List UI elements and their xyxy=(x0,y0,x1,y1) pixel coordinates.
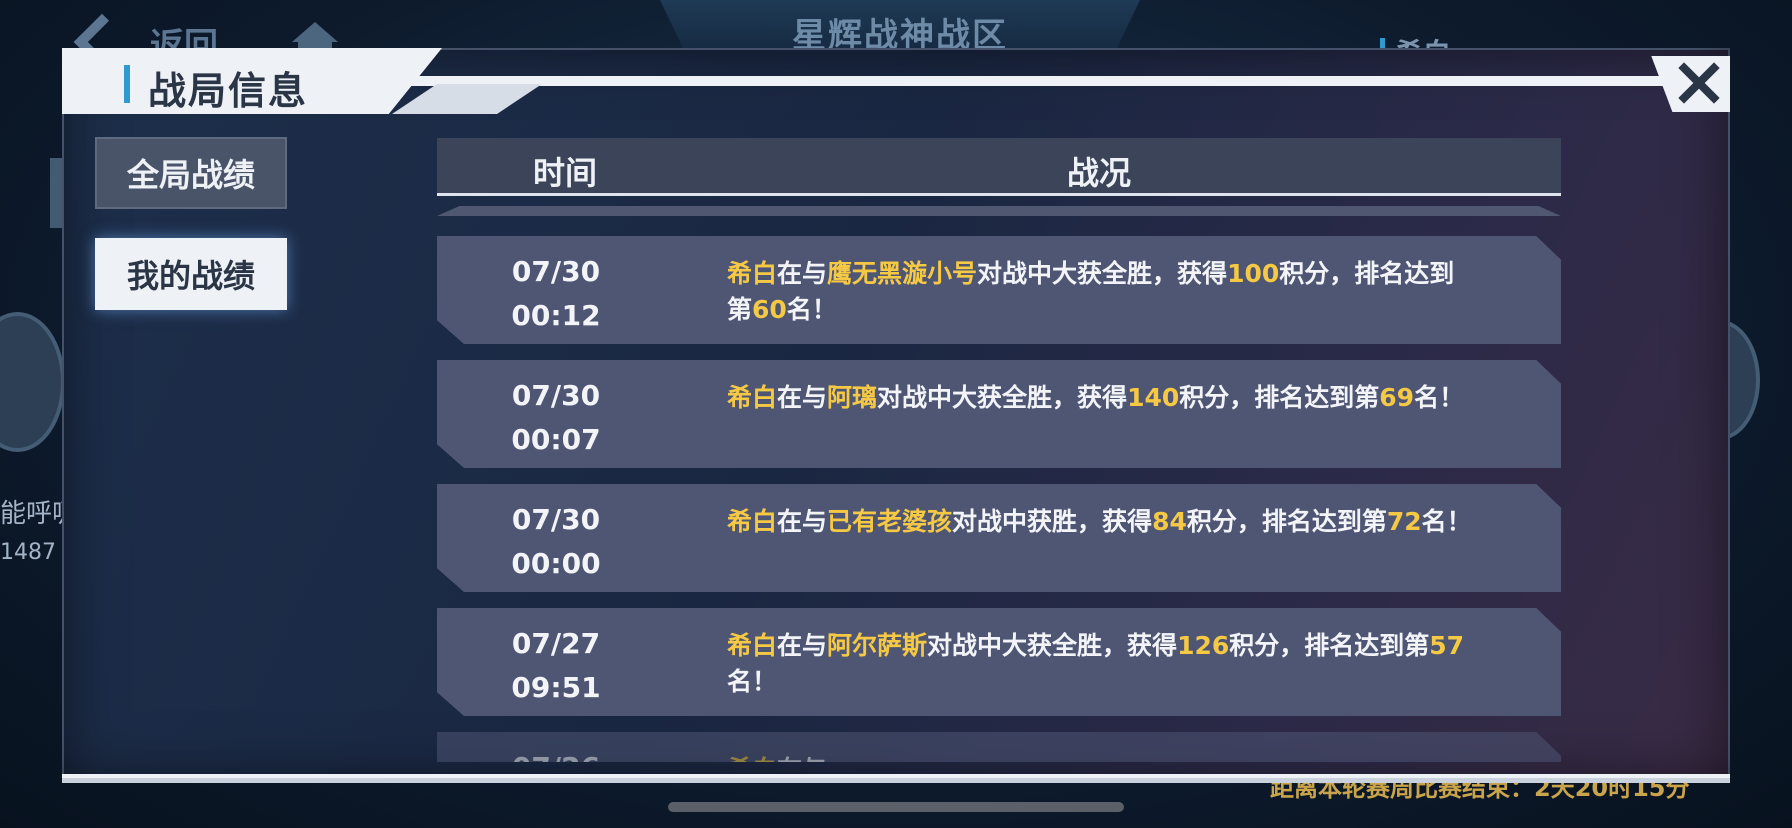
close-button[interactable] xyxy=(1672,60,1724,108)
row-status-text: 希白在与阿璃对战中大获全胜，获得140积分，排名达到第69名！ xyxy=(727,380,1477,416)
row-status-text: 希白在与已有老婆孩对战中获胜，获得84积分，排名达到第72名！ xyxy=(727,504,1477,540)
battle-record-list[interactable]: 07/30 00:12 希白在与鹰无黑漩小号对战中大获全胜，获得100积分，排名… xyxy=(437,236,1561,762)
row-status-text: 希白在与鹰无黑漩小号对战中大获全胜，获得100积分，排名达到第60名！ xyxy=(727,256,1477,328)
row-date: 07/30 xyxy=(511,503,601,536)
row-datetime: 07/30 00:12 xyxy=(481,250,631,338)
home-indicator[interactable] xyxy=(668,802,1124,812)
opponent-name: 已有老婆孩 xyxy=(827,507,953,536)
row-date: 07/30 xyxy=(511,379,601,412)
row-datetime: 07/26 xyxy=(481,746,631,762)
column-header-time: 时间 xyxy=(533,154,598,192)
text-segment: 在与 xyxy=(777,259,828,288)
text-segment: 名！ xyxy=(727,667,778,696)
footer-bar xyxy=(62,778,1730,783)
table-row: 07/26 希白在与 xyxy=(437,732,1561,762)
tab-my-record[interactable]: 我的战绩 xyxy=(95,238,287,310)
opponent-name: 阿璃 xyxy=(827,383,878,412)
header-divider xyxy=(392,76,1692,86)
row-datetime: 07/30 00:07 xyxy=(481,374,631,462)
table-header-strip xyxy=(437,206,1561,216)
player-name: 希白 xyxy=(727,259,778,288)
table-row: 07/30 00:07 希白在与阿璃对战中大获全胜，获得140积分，排名达到第6… xyxy=(437,360,1561,468)
points-value: 126 xyxy=(1177,631,1230,660)
row-status-text: 希白在与 xyxy=(727,752,1477,762)
points-value: 140 xyxy=(1127,383,1180,412)
player-name: 希白 xyxy=(727,383,778,412)
modal-title: 战局信息 xyxy=(148,69,309,113)
text-segment: 在与 xyxy=(777,755,827,762)
text-segment: 名！ xyxy=(1421,507,1472,536)
column-header-status: 战况 xyxy=(1067,154,1132,192)
text-segment: 对战中获胜，获得 xyxy=(952,507,1153,536)
row-time: 09:51 xyxy=(511,671,601,704)
text-segment: 积分，排名达到第 xyxy=(1186,507,1387,536)
rank-value: 72 xyxy=(1386,507,1422,536)
text-segment: 在与 xyxy=(777,631,828,660)
text-segment: 对战中大获全胜，获得 xyxy=(927,631,1178,660)
row-date: 07/26 xyxy=(481,746,631,762)
title-accent xyxy=(124,65,130,103)
text-segment: 对战中大获全胜，获得 xyxy=(977,259,1228,288)
text-segment: 积分，排名达到第 xyxy=(1229,631,1430,660)
table-row: 07/30 00:00 希白在与已有老婆孩对战中获胜，获得84积分，排名达到第7… xyxy=(437,484,1561,592)
text-segment: 在与 xyxy=(777,507,828,536)
text-segment: 名！ xyxy=(786,295,837,324)
player-name: 希白 xyxy=(727,631,778,660)
avatar xyxy=(0,312,65,452)
text-segment: 对战中大获全胜，获得 xyxy=(877,383,1128,412)
rank-value: 60 xyxy=(752,295,787,324)
rank-value: 57 xyxy=(1429,631,1465,660)
battle-info-modal: 战局信息 全局战绩 我的战绩 时间 战况 07/30 00:12 希白在与鹰无黑… xyxy=(62,48,1730,783)
row-time: 00:12 xyxy=(511,299,601,332)
row-time: 00:00 xyxy=(511,547,601,580)
player-name: 希白 xyxy=(727,755,777,762)
rank-value: 69 xyxy=(1379,383,1415,412)
points-value: 100 xyxy=(1227,259,1280,288)
close-icon xyxy=(1678,62,1720,104)
points-value: 84 xyxy=(1152,507,1187,536)
row-time: 00:07 xyxy=(511,423,601,456)
table-header: 时间 战况 xyxy=(437,138,1561,196)
tab-global-record[interactable]: 全局战绩 xyxy=(95,137,287,209)
row-status-text: 希白在与阿尔萨斯对战中大获全胜，获得126积分，排名达到第57 名！ xyxy=(727,628,1477,700)
player-name: 希白 xyxy=(727,507,778,536)
row-datetime: 07/30 00:00 xyxy=(481,498,631,586)
text-segment: 积分，排名达到第 xyxy=(1179,383,1380,412)
row-date: 07/27 xyxy=(511,627,601,660)
opponent-name: 阿尔萨斯 xyxy=(827,631,928,660)
text-segment: 名！ xyxy=(1414,383,1465,412)
table-row: 07/30 00:12 希白在与鹰无黑漩小号对战中大获全胜，获得100积分，排名… xyxy=(437,236,1561,344)
opponent-name: 鹰无黑漩小号 xyxy=(827,259,978,288)
table-row: 07/27 09:51 希白在与阿尔萨斯对战中大获全胜，获得126积分，排名达到… xyxy=(437,608,1561,716)
left-player-score: 1487 xyxy=(0,540,56,565)
row-date: 07/30 xyxy=(511,255,601,288)
text-segment: 在与 xyxy=(777,383,828,412)
row-datetime: 07/27 09:51 xyxy=(481,622,631,710)
